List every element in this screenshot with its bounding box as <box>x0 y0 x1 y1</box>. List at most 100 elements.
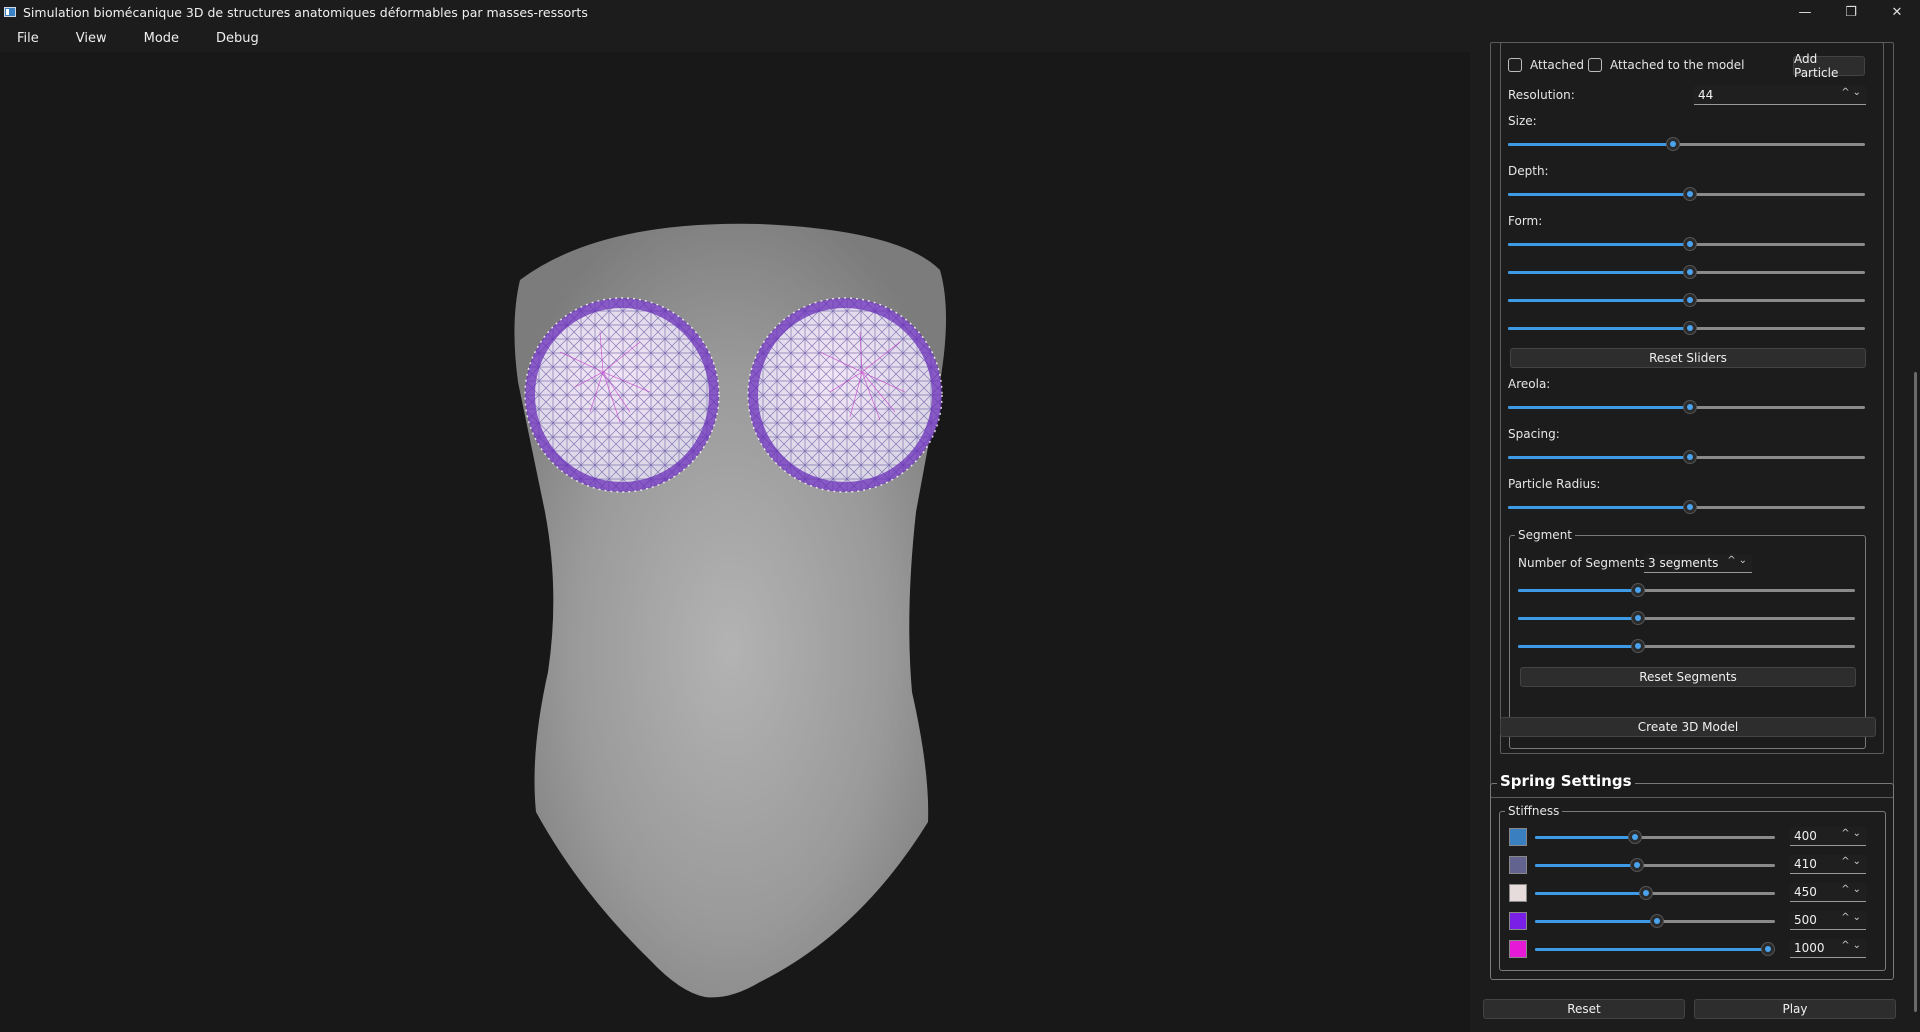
form-slider-1[interactable] <box>1508 237 1865 251</box>
close-button[interactable]: ✕ <box>1874 0 1920 24</box>
form-slider-2[interactable] <box>1508 265 1865 279</box>
3d-viewport[interactable] <box>0 52 1470 1032</box>
stiffness-spinbox[interactable]: 1000 ^⌄ <box>1790 939 1866 958</box>
settings-scroll-area[interactable]: Attached Attached to the model Add Parti… <box>1470 42 1920 1032</box>
slider-handle[interactable] <box>1631 583 1645 597</box>
resolution-spinbox[interactable]: 44 ^⌄ <box>1694 86 1866 105</box>
spinbox-arrows-icon[interactable]: ^⌄ <box>1841 828 1864 839</box>
window-title: Simulation biomécanique 3D de structures… <box>23 4 588 20</box>
stiffness-slider[interactable] <box>1535 942 1775 956</box>
segment-slider-1[interactable] <box>1518 583 1855 597</box>
reset-segments-button[interactable]: Reset Segments <box>1520 667 1856 687</box>
spacing-slider[interactable] <box>1508 450 1865 464</box>
depth-slider[interactable] <box>1508 187 1865 201</box>
slider-handle[interactable] <box>1683 237 1697 251</box>
attached-to-model-checkbox-box[interactable] <box>1588 58 1602 72</box>
slider-handle[interactable] <box>1683 500 1697 514</box>
stiffness-value: 410 <box>1794 857 1817 871</box>
slider-handle[interactable] <box>1630 858 1644 872</box>
stiffness-group-title: Stiffness <box>1505 804 1563 818</box>
menu-file[interactable]: File <box>8 27 48 50</box>
slider-handle[interactable] <box>1666 137 1680 151</box>
slider-handle[interactable] <box>1683 187 1697 201</box>
form-label: Form: <box>1508 214 1543 228</box>
areola-label: Areola: <box>1508 377 1551 391</box>
spring-color-swatch[interactable] <box>1509 940 1527 958</box>
resolution-label: Resolution: <box>1508 88 1575 102</box>
slider-handle[interactable] <box>1631 611 1645 625</box>
attached-to-model-label: Attached to the model <box>1610 58 1745 72</box>
slider-handle[interactable] <box>1631 639 1645 653</box>
resolution-value: 44 <box>1698 88 1714 102</box>
size-slider[interactable] <box>1508 137 1865 151</box>
minimize-button[interactable]: — <box>1782 0 1828 24</box>
stiffness-slider[interactable] <box>1535 914 1775 928</box>
reset-button[interactable]: Reset <box>1483 999 1685 1019</box>
form-slider-4[interactable] <box>1508 321 1865 335</box>
reset-sliders-button[interactable]: Reset Sliders <box>1510 348 1866 368</box>
slider-handle[interactable] <box>1683 321 1697 335</box>
stiffness-slider[interactable] <box>1535 886 1775 900</box>
stiffness-value: 500 <box>1794 913 1817 927</box>
stiffness-slider[interactable] <box>1535 830 1775 844</box>
stiffness-value: 1000 <box>1794 941 1825 955</box>
spinbox-arrows-icon[interactable]: ^⌄ <box>1727 555 1750 566</box>
spring-color-swatch[interactable] <box>1509 856 1527 874</box>
segment-slider-3[interactable] <box>1518 639 1855 653</box>
depth-label: Depth: <box>1508 164 1549 178</box>
attached-checkbox-box[interactable] <box>1508 58 1522 72</box>
slider-handle[interactable] <box>1683 265 1697 279</box>
attached-checkbox[interactable]: Attached <box>1508 58 1584 72</box>
form-slider-3[interactable] <box>1508 293 1865 307</box>
spinbox-arrows-icon[interactable]: ^⌄ <box>1841 912 1864 923</box>
attached-label: Attached <box>1530 58 1584 72</box>
stiffness-slider[interactable] <box>1535 858 1775 872</box>
stiffness-value: 400 <box>1794 829 1817 843</box>
left-breast-mesh <box>524 297 720 493</box>
spinbox-arrows-icon[interactable]: ^⌄ <box>1841 87 1864 98</box>
particle-radius-slider[interactable] <box>1508 500 1865 514</box>
spring-settings-title: Spring Settings <box>1497 772 1635 790</box>
stiffness-spinbox[interactable]: 410 ^⌄ <box>1790 855 1866 874</box>
spinbox-arrows-icon[interactable]: ^⌄ <box>1841 884 1864 895</box>
create-3d-model-button[interactable]: Create 3D Model <box>1500 717 1876 737</box>
add-particle-button[interactable]: Add Particle <box>1793 52 1865 80</box>
size-label: Size: <box>1508 114 1537 128</box>
menu-mode[interactable]: Mode <box>135 27 188 50</box>
areola-slider[interactable] <box>1508 400 1865 414</box>
particle-radius-label: Particle Radius: <box>1508 477 1601 491</box>
slider-handle[interactable] <box>1683 293 1697 307</box>
stiffness-spinbox[interactable]: 450 ^⌄ <box>1790 883 1866 902</box>
spring-color-swatch[interactable] <box>1509 828 1527 846</box>
slider-handle[interactable] <box>1628 830 1642 844</box>
slider-handle[interactable] <box>1639 886 1653 900</box>
menu-view[interactable]: View <box>67 27 116 50</box>
spring-color-swatch[interactable] <box>1509 884 1527 902</box>
slider-handle[interactable] <box>1761 942 1775 956</box>
right-breast-mesh <box>747 297 943 493</box>
segment-slider-2[interactable] <box>1518 611 1855 625</box>
slider-handle[interactable] <box>1650 914 1664 928</box>
slider-handle[interactable] <box>1683 400 1697 414</box>
settings-panel: Attached Attached to the model Add Parti… <box>1470 42 1920 1032</box>
attached-to-model-checkbox[interactable]: Attached to the model <box>1588 58 1745 72</box>
segment-group-title: Segment <box>1515 528 1575 542</box>
menu-debug[interactable]: Debug <box>207 27 268 50</box>
number-of-segments-spinbox[interactable]: 3 segments ^⌄ <box>1644 554 1752 573</box>
torso-model-render <box>514 223 946 998</box>
title-bar: Simulation biomécanique 3D de structures… <box>0 0 1920 24</box>
app-icon <box>4 7 16 17</box>
spinbox-arrows-icon[interactable]: ^⌄ <box>1841 940 1864 951</box>
number-of-segments-value: 3 segments <box>1648 556 1719 570</box>
maximize-button[interactable]: ❐ <box>1828 0 1874 24</box>
spinbox-arrows-icon[interactable]: ^⌄ <box>1841 856 1864 867</box>
number-of-segments-label: Number of Segments: <box>1518 556 1650 570</box>
play-button[interactable]: Play <box>1694 999 1896 1019</box>
stiffness-spinbox[interactable]: 400 ^⌄ <box>1790 827 1866 846</box>
window-controls: — ❐ ✕ <box>1782 0 1920 24</box>
spacing-label: Spacing: <box>1508 427 1560 441</box>
spring-color-swatch[interactable] <box>1509 912 1527 930</box>
slider-handle[interactable] <box>1683 450 1697 464</box>
stiffness-spinbox[interactable]: 500 ^⌄ <box>1790 911 1866 930</box>
panel-scrollbar[interactable] <box>1914 372 1917 1012</box>
